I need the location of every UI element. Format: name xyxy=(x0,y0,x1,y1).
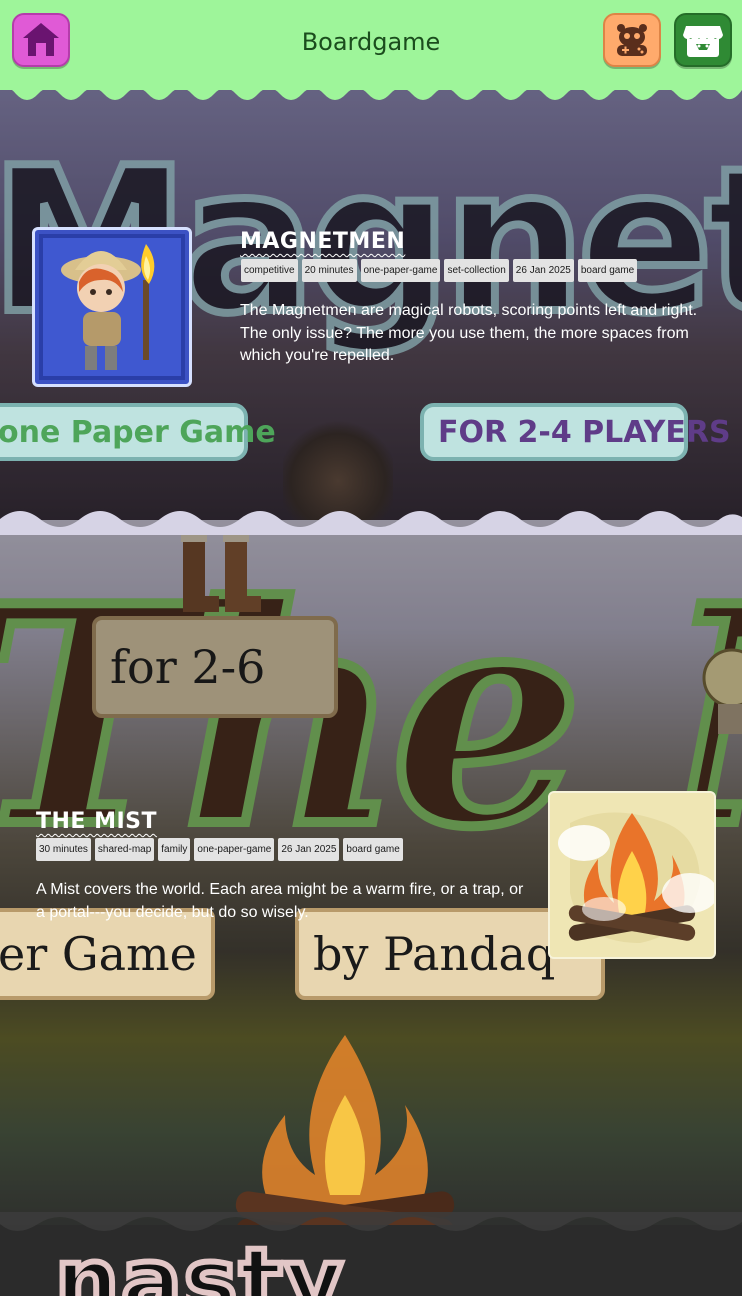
the-mist-thumbnail[interactable] xyxy=(548,791,716,959)
tag[interactable]: family xyxy=(158,838,191,861)
campfire-icon xyxy=(550,793,714,957)
tag[interactable]: board game xyxy=(343,838,403,861)
tag[interactable]: 20 minutes xyxy=(301,259,357,282)
tag[interactable]: set-collection xyxy=(444,259,509,282)
magnetmen-tag-list: competitive 20 minutes one-paper-game se… xyxy=(241,259,638,282)
tag[interactable]: 30 minutes xyxy=(36,838,91,861)
game-description-magnetmen: The Magnetmen are magical robots, scorin… xyxy=(240,302,698,364)
top-bar: Boardgame xyxy=(0,0,742,90)
section-wave-divider xyxy=(0,1212,742,1231)
game-description-the-mist: A Mist covers the world. Each area might… xyxy=(36,881,524,921)
tag[interactable]: one-paper-game xyxy=(194,838,275,861)
itchio-store-icon xyxy=(683,26,723,57)
tag[interactable]: shared-map xyxy=(94,838,155,861)
magnetmen-background-banner-left: one Paper Game xyxy=(0,403,276,461)
magnetmen-thumbnail[interactable] xyxy=(32,227,192,387)
itchio-button[interactable] xyxy=(674,13,732,67)
gamepad-creature-icon xyxy=(617,24,647,56)
magnetmen-background-banner-right: FOR 2-4 PLAYERS xyxy=(420,403,731,461)
tag[interactable]: competitive xyxy=(241,259,298,282)
tag-date: 26 Jan 2025 xyxy=(278,838,340,861)
games-button[interactable] xyxy=(603,13,661,67)
explorer-character-icon xyxy=(39,234,185,380)
game-title-magnetmen[interactable]: MAGNETMEN xyxy=(240,229,405,254)
background-campfire-illustration xyxy=(235,1035,455,1240)
header-wave-divider xyxy=(0,80,742,100)
tag-date: 26 Jan 2025 xyxy=(512,259,574,282)
tag[interactable]: one-paper-game xyxy=(360,259,441,282)
the-mist-tag-list: 30 minutes shared-map family one-paper-g… xyxy=(36,838,403,861)
tag[interactable]: board game xyxy=(577,259,638,282)
section-wave-divider xyxy=(0,511,742,535)
game-title-the-mist[interactable]: THE MIST xyxy=(36,809,157,834)
